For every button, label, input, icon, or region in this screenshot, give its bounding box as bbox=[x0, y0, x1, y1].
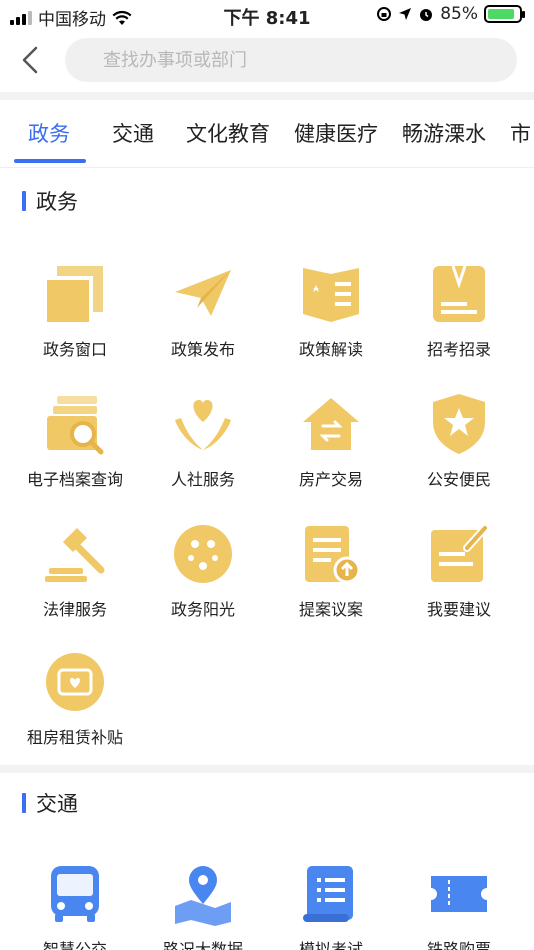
service-item[interactable]: 铁路购票 bbox=[394, 862, 524, 950]
service-item[interactable]: 提案议案 bbox=[266, 522, 396, 620]
service-label: 政务阳光 bbox=[170, 600, 235, 619]
exam-scroll-icon bbox=[303, 866, 353, 922]
bus-icon bbox=[51, 866, 99, 922]
exam-icon bbox=[433, 265, 485, 322]
service-item[interactable]: 政务阳光 bbox=[138, 522, 268, 620]
section-marker bbox=[22, 191, 26, 211]
ticket-icon bbox=[431, 876, 487, 912]
service-label: 政策发布 bbox=[170, 340, 235, 359]
service-item[interactable]: 路况大数据 bbox=[138, 862, 268, 950]
service-label: 路况大数据 bbox=[162, 940, 243, 950]
service-item[interactable]: 招考招录 bbox=[394, 262, 524, 360]
service-label: 模拟考试 bbox=[298, 940, 363, 950]
category-tabs: 政务 交通 文化教育 健康医疗 畅游溧水 市 bbox=[0, 104, 534, 168]
rotation-lock-icon bbox=[377, 7, 392, 21]
service-item[interactable]: 电子档案查询 bbox=[10, 392, 140, 490]
service-label: 政务窗口 bbox=[42, 340, 107, 359]
location-icon bbox=[399, 8, 412, 20]
map-pin-icon bbox=[175, 866, 231, 926]
section-title-text: 交通 bbox=[36, 792, 78, 816]
service-label: 公安便民 bbox=[426, 470, 491, 489]
service-label: 房产交易 bbox=[298, 470, 363, 489]
service-item[interactable]: 政策发布 bbox=[138, 262, 268, 360]
service-label: 人社服务 bbox=[170, 470, 235, 489]
service-label: 租房租赁补贴 bbox=[26, 728, 123, 747]
service-label: 我要建议 bbox=[426, 600, 491, 619]
service-label: 智慧公交 bbox=[42, 940, 107, 950]
section-title-government: 政务 bbox=[22, 186, 78, 216]
tab-government[interactable]: 政务 bbox=[28, 118, 70, 148]
suggest-edit-icon bbox=[431, 524, 489, 582]
heart-hands-icon bbox=[175, 400, 231, 450]
service-item[interactable]: 租房租赁补贴 bbox=[10, 650, 140, 748]
open-book-icon bbox=[303, 268, 359, 322]
service-item[interactable]: 公安便民 bbox=[394, 392, 524, 490]
status-bar: 中国移动 下午 8:41 85% bbox=[0, 0, 534, 32]
battery-percent: 85% bbox=[440, 4, 478, 24]
house-exchange-icon bbox=[303, 398, 359, 450]
service-item[interactable]: 智慧公交 bbox=[10, 862, 140, 950]
gavel-icon bbox=[45, 528, 105, 582]
paper-plane-icon bbox=[175, 270, 231, 316]
tab-culture-education[interactable]: 文化教育 bbox=[186, 118, 270, 148]
tab-tourism[interactable]: 畅游溧水 bbox=[402, 118, 486, 148]
police-shield-icon bbox=[433, 394, 485, 454]
window-icon bbox=[47, 266, 103, 322]
tab-health-medical[interactable]: 健康医疗 bbox=[294, 118, 378, 148]
service-item[interactable]: 房产交易 bbox=[266, 392, 396, 490]
header bbox=[0, 32, 534, 90]
service-item[interactable]: 模拟考试 bbox=[266, 862, 396, 950]
archive-search-icon bbox=[47, 396, 104, 455]
rent-subsidy-icon bbox=[46, 653, 104, 711]
search-bar[interactable] bbox=[65, 38, 517, 82]
status-right: 85% bbox=[376, 4, 525, 24]
service-label: 电子档案查询 bbox=[26, 470, 123, 489]
alarm-icon bbox=[420, 9, 433, 21]
service-item[interactable]: 政策解读 bbox=[266, 262, 396, 360]
service-item[interactable]: 法律服务 bbox=[10, 522, 140, 620]
section-title-traffic: 交通 bbox=[22, 788, 78, 818]
service-item[interactable]: 人社服务 bbox=[138, 392, 268, 490]
service-item[interactable]: 我要建议 bbox=[394, 522, 524, 620]
proposal-icon bbox=[305, 526, 361, 584]
service-item[interactable]: 政务窗口 bbox=[10, 262, 140, 360]
tab-traffic[interactable]: 交通 bbox=[112, 118, 154, 148]
service-label: 政策解读 bbox=[298, 340, 363, 359]
section-title-text: 政务 bbox=[36, 190, 78, 214]
service-label: 招考招录 bbox=[426, 340, 491, 359]
battery-icon bbox=[484, 5, 525, 23]
header-divider bbox=[0, 92, 534, 100]
section-marker bbox=[22, 793, 26, 813]
tab-city[interactable]: 市 bbox=[510, 118, 531, 148]
service-label: 法律服务 bbox=[42, 600, 107, 619]
search-input[interactable] bbox=[65, 38, 517, 82]
service-label: 铁路购票 bbox=[426, 940, 491, 950]
service-label: 提案议案 bbox=[298, 600, 363, 619]
active-tab-indicator bbox=[14, 159, 86, 163]
back-arrow-icon[interactable] bbox=[14, 42, 50, 78]
section-divider bbox=[0, 765, 534, 773]
stars-circle-icon bbox=[174, 525, 232, 583]
